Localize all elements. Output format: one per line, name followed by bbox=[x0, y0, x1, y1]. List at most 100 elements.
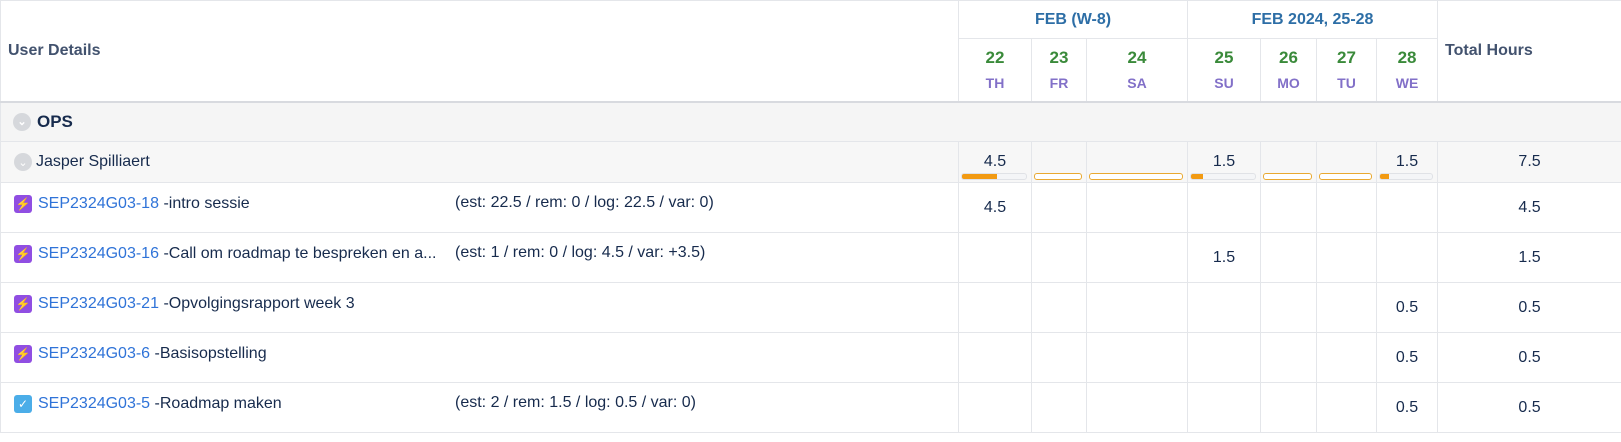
epic-icon: ⚡ bbox=[14, 295, 32, 313]
task-day-hours[interactable] bbox=[1316, 182, 1377, 233]
task-day-hours[interactable]: 0.5 bbox=[1375, 382, 1439, 433]
task-day-hours[interactable] bbox=[958, 232, 1032, 283]
task-day-hours[interactable] bbox=[1086, 382, 1188, 433]
weekday-label: TH bbox=[985, 74, 1005, 91]
task-key-link[interactable]: SEP2324G03-6 bbox=[38, 345, 150, 362]
user-day-hours: 1.5 bbox=[1212, 153, 1236, 170]
task-day-hours[interactable] bbox=[1031, 182, 1087, 233]
task-day-hours[interactable] bbox=[1260, 332, 1317, 383]
day-number: 27 bbox=[1337, 47, 1356, 67]
task-checkbox-icon: ✓ bbox=[14, 395, 32, 413]
task-row: ⚡ SEP2324G03-21 -Opvolgingsrapport week … bbox=[0, 282, 1621, 333]
user-row: ⌄ Jasper Spilliaert 4.5 1.5 1.5 7.5 bbox=[0, 141, 1621, 183]
task-key-link[interactable]: SEP2324G03-16 bbox=[38, 245, 159, 262]
task-key-link[interactable]: SEP2324G03-5 bbox=[38, 395, 150, 412]
task-key-link[interactable]: SEP2324G03-21 bbox=[38, 295, 159, 312]
task-day-hours[interactable]: 0.5 bbox=[1375, 332, 1439, 383]
task-day-hours[interactable] bbox=[1086, 282, 1188, 333]
chevron-down-icon[interactable]: ⌄ bbox=[13, 112, 31, 131]
task-day-hours[interactable] bbox=[958, 332, 1032, 383]
user-name: Jasper Spilliaert bbox=[36, 153, 150, 170]
user-day-cell: 1.5 bbox=[1187, 141, 1261, 183]
task-day-hours[interactable]: 1.5 bbox=[1187, 232, 1261, 283]
progress-bar bbox=[1190, 173, 1256, 180]
day-header-27: 27 TU bbox=[1316, 38, 1377, 102]
day-header-24: 24 SA bbox=[1086, 38, 1188, 102]
task-total-hours: 1.5 bbox=[1437, 232, 1621, 283]
day-number: 24 bbox=[1127, 47, 1147, 67]
task-title: -Roadmap maken bbox=[154, 395, 282, 412]
task-total-hours: 0.5 bbox=[1437, 382, 1621, 433]
task-day-hours[interactable] bbox=[1086, 182, 1188, 233]
task-day-hours[interactable] bbox=[1187, 182, 1261, 233]
day-header-23: 23 FR bbox=[1031, 38, 1087, 102]
timesheet-table: User Details FEB (W-8) FEB 2024, 25-28 T… bbox=[0, 0, 1621, 433]
weekday-label: MO bbox=[1277, 74, 1300, 91]
task-title: -Call om roadmap te bespreken en a... bbox=[163, 245, 437, 262]
user-day-hours: 4.5 bbox=[983, 153, 1007, 170]
task-day-hours[interactable] bbox=[1260, 382, 1317, 433]
user-day-cell bbox=[1031, 141, 1087, 183]
task-day-hours[interactable] bbox=[1375, 232, 1439, 283]
progress-bar bbox=[961, 173, 1027, 180]
user-day-cell bbox=[1086, 141, 1188, 183]
task-title: -intro sessie bbox=[163, 195, 250, 212]
task-day-hours[interactable] bbox=[1260, 282, 1317, 333]
task-day-hours[interactable] bbox=[1031, 382, 1087, 433]
task-day-hours[interactable] bbox=[1031, 282, 1087, 333]
epic-icon: ⚡ bbox=[14, 245, 32, 263]
task-total-hours: 0.5 bbox=[1437, 282, 1621, 333]
epic-icon: ⚡ bbox=[14, 345, 32, 363]
task-day-hours[interactable] bbox=[1316, 282, 1377, 333]
task-day-hours[interactable] bbox=[1187, 382, 1261, 433]
task-day-hours[interactable] bbox=[1031, 232, 1087, 283]
user-day-cell: 1.5 bbox=[1375, 141, 1439, 183]
task-row: ✓ SEP2324G03-5 -Roadmap maken (est: 2 / … bbox=[0, 382, 1621, 433]
user-day-hours: 1.5 bbox=[1395, 153, 1419, 170]
task-key-link[interactable]: SEP2324G03-18 bbox=[38, 195, 159, 212]
epic-icon: ⚡ bbox=[14, 195, 32, 213]
task-row: ⚡ SEP2324G03-6 -Basisopstelling 0.5 0.5 bbox=[0, 332, 1621, 383]
group-label: ⌄ OPS bbox=[1, 112, 1621, 132]
task-day-hours[interactable]: 0.5 bbox=[1375, 282, 1439, 333]
day-header-22: 22 TH bbox=[958, 38, 1032, 102]
weekday-label: SU bbox=[1214, 74, 1234, 91]
progress-bar bbox=[1379, 173, 1434, 180]
weekday-label: TU bbox=[1337, 74, 1356, 91]
user-label: ⌄ Jasper Spilliaert bbox=[1, 153, 958, 171]
task-day-hours[interactable] bbox=[1031, 332, 1087, 383]
weekday-label: SA bbox=[1127, 74, 1147, 91]
task-day-hours[interactable] bbox=[1260, 232, 1317, 283]
task-day-hours[interactable] bbox=[1086, 232, 1188, 283]
task-day-hours[interactable] bbox=[1260, 182, 1317, 233]
task-day-hours[interactable] bbox=[958, 282, 1032, 333]
task-estimate: (est: 22.5 / rem: 0 / log: 22.5 / var: 0… bbox=[455, 194, 714, 211]
month-header-1: FEB (W-8) bbox=[958, 0, 1188, 39]
task-day-hours[interactable]: 4.5 bbox=[958, 182, 1032, 233]
task-title: -Basisopstelling bbox=[154, 345, 267, 362]
progress-bar bbox=[1263, 173, 1312, 180]
weekday-label: FR bbox=[1049, 74, 1069, 91]
task-total-hours: 0.5 bbox=[1437, 332, 1621, 383]
progress-bar bbox=[1319, 173, 1372, 180]
progress-bar bbox=[1034, 173, 1082, 180]
task-day-hours[interactable] bbox=[1187, 282, 1261, 333]
task-day-hours[interactable] bbox=[1316, 382, 1377, 433]
user-details-header: User Details bbox=[0, 0, 959, 102]
task-day-hours[interactable] bbox=[1086, 332, 1188, 383]
chevron-down-icon[interactable]: ⌄ bbox=[14, 153, 32, 171]
user-day-cell bbox=[1316, 141, 1377, 183]
day-number: 22 bbox=[985, 47, 1005, 67]
task-day-hours[interactable] bbox=[958, 382, 1032, 433]
task-row: ⚡ SEP2324G03-18 -intro sessie (est: 22.5… bbox=[0, 182, 1621, 233]
task-day-hours[interactable] bbox=[1316, 232, 1377, 283]
task-total-hours: 4.5 bbox=[1437, 182, 1621, 233]
day-number: 26 bbox=[1279, 47, 1298, 67]
weekday-label: WE bbox=[1395, 74, 1419, 91]
task-day-hours[interactable] bbox=[1375, 182, 1439, 233]
task-day-hours[interactable] bbox=[1187, 332, 1261, 383]
group-name: OPS bbox=[37, 111, 73, 131]
day-header-28: 28 WE bbox=[1375, 38, 1439, 102]
month-header-2: FEB 2024, 25-28 bbox=[1186, 0, 1439, 39]
task-day-hours[interactable] bbox=[1316, 332, 1377, 383]
